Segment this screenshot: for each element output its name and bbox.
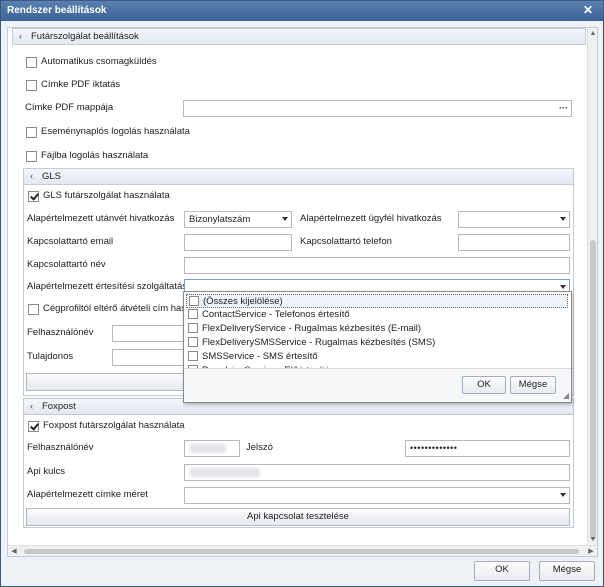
label-size-combo[interactable]	[184, 487, 570, 504]
contact-name-input[interactable]	[184, 257, 570, 274]
gls-owner-input[interactable]	[112, 349, 192, 366]
label-size-label: Alapértelmezett címke méret	[27, 489, 148, 500]
gls-username-input[interactable]	[112, 325, 192, 342]
gls-owner-label: Tulajdonos	[27, 351, 74, 362]
title-bar: Rendszer beállítások ✕	[1, 1, 603, 21]
popup-option-checkbox[interactable]	[188, 337, 198, 347]
scroll-thumb[interactable]	[24, 549, 579, 554]
contact-name-label: Kapcsolattartó név	[27, 259, 106, 270]
redacted-value	[190, 468, 260, 477]
scroll-left-icon[interactable]: ◀	[8, 546, 20, 557]
foxpost-username-label: Felhasználónév	[27, 442, 94, 453]
notify-label: Alapértelmezett értesítési szolgáltatáso…	[27, 281, 198, 292]
chevron-left-icon: ‹	[19, 31, 22, 41]
chevron-down-icon[interactable]	[282, 217, 288, 221]
gls-use-label: GLS futárszolgálat használata	[43, 190, 170, 201]
foxpost-username-input[interactable]	[184, 440, 240, 457]
scroll-right-icon[interactable]: ▶	[585, 546, 597, 557]
popup-option[interactable]: FlexDeliverySMSService - Rugalmas kézbes…	[186, 336, 568, 350]
popup-option-checkbox[interactable]	[189, 296, 199, 306]
settings-window: Rendszer beállítások ✕ ‹ Futárszolgálat …	[0, 0, 604, 587]
contact-email-input[interactable]	[184, 234, 292, 251]
foxpost-password-input[interactable]: •••••••••••••	[405, 440, 570, 457]
event-log-label: Eseménynaplós logolás használata	[41, 126, 190, 137]
chevron-left-icon: ‹	[30, 401, 33, 411]
cod-ref-combo[interactable]: Bizonylatszám	[184, 211, 292, 228]
ellipsis-icon[interactable]: ···	[559, 101, 568, 116]
chevron-down-icon[interactable]	[560, 285, 566, 289]
scroll-thumb[interactable]	[590, 240, 596, 540]
contact-phone-label: Kapcsolattartó telefon	[300, 236, 392, 247]
event-log-checkbox[interactable]	[26, 127, 37, 138]
gls-title: GLS	[42, 171, 62, 182]
cod-ref-value: Bizonylatszám	[189, 214, 251, 225]
pdf-archive-checkbox[interactable]	[26, 80, 37, 91]
gls-use-checkbox[interactable]	[28, 191, 39, 202]
api-key-label: Api kulcs	[27, 466, 66, 477]
popup-cancel-button[interactable]: Mégse	[510, 376, 556, 394]
client-ref-label: Alapértelmezett ügyfél hivatkozás	[300, 213, 442, 224]
close-icon[interactable]: ✕	[581, 1, 595, 21]
popup-option-label: ContactService - Telefonos értesítő	[202, 309, 350, 320]
popup-option-checkbox[interactable]	[188, 351, 198, 361]
scroll-up-icon[interactable]: ▲	[588, 28, 598, 40]
redacted-value	[190, 444, 226, 453]
contact-email-label: Kapcsolattartó email	[27, 236, 114, 247]
popup-footer: OK Mégse ◢	[184, 368, 571, 402]
auto-send-checkbox[interactable]	[26, 57, 37, 68]
api-test-button[interactable]: Api kapcsolat tesztelése	[26, 508, 570, 526]
file-log-label: Fájlba logolás használata	[41, 150, 149, 161]
horizontal-scrollbar[interactable]: ◀ ▶	[8, 545, 597, 556]
chevron-down-icon[interactable]	[560, 493, 566, 497]
contact-phone-input[interactable]	[458, 234, 570, 251]
pdf-folder-label: Címke PDF mappája	[25, 102, 114, 113]
pdf-folder-input[interactable]: ···	[183, 100, 572, 117]
ok-button[interactable]: OK	[474, 561, 530, 581]
notify-services-popup: (Összes kijelölése) ContactService - Tel…	[183, 291, 572, 403]
popup-option[interactable]: ContactService - Telefonos értesítő	[186, 308, 568, 322]
popup-option-checkbox[interactable]	[188, 309, 198, 319]
popup-option[interactable]: FlexDeliveryService - Rugalmas kézbesíté…	[186, 322, 568, 336]
pdf-archive-label: Címke PDF iktatás	[41, 79, 121, 90]
popup-option-checkbox[interactable]	[188, 323, 198, 333]
window-title: Rendszer beállítások	[7, 5, 107, 16]
resize-grip-icon[interactable]: ◢	[563, 391, 569, 400]
auto-send-label: Automatikus csomagküldés	[41, 56, 157, 67]
courier-settings-header[interactable]: ‹ Futárszolgálat beállítások	[12, 28, 586, 45]
gls-header[interactable]: ‹ GLS	[23, 168, 574, 185]
api-key-input[interactable]	[184, 464, 570, 481]
company-profile-label: Cégprofiltól eltérő átvételi cím haszná	[43, 303, 202, 314]
popup-option-label: SMSService - SMS értesítő	[202, 351, 318, 362]
chevron-left-icon: ‹	[30, 171, 33, 181]
client-ref-combo[interactable]	[458, 211, 570, 228]
chevron-down-icon[interactable]	[560, 217, 566, 221]
popup-option-label: FlexDeliveryService - Rugalmas kézbesíté…	[202, 323, 422, 334]
file-log-checkbox[interactable]	[26, 151, 37, 162]
scroll-area: ‹ Futárszolgálat beállítások Automatikus…	[8, 28, 588, 546]
popup-option-select-all[interactable]: (Összes kijelölése)	[186, 294, 568, 308]
cod-ref-label: Alapértelmezett utánvét hivatkozás	[27, 213, 175, 224]
foxpost-use-checkbox[interactable]	[28, 421, 39, 432]
courier-settings-title: Futárszolgálat beállítások	[31, 31, 139, 42]
popup-ok-button[interactable]: OK	[462, 376, 506, 394]
gls-username-label: Felhasználónév	[27, 327, 94, 338]
foxpost-use-label: Foxpost futárszolgálat használata	[43, 420, 185, 431]
foxpost-title: Foxpost	[42, 401, 76, 412]
popup-option-label: FlexDeliverySMSService - Rugalmas kézbes…	[202, 337, 436, 348]
gls-test-button[interactable]	[26, 373, 192, 391]
popup-option-label: (Összes kijelölése)	[203, 296, 283, 307]
company-profile-checkbox[interactable]	[28, 304, 39, 315]
vertical-scrollbar[interactable]: ▲ ▼	[587, 28, 597, 546]
popup-option[interactable]: SMSService - SMS értesítő	[186, 350, 568, 364]
cancel-button[interactable]: Mégse	[539, 561, 595, 581]
api-test-button-label: Api kapcsolat tesztelése	[247, 511, 349, 522]
foxpost-password-label: Jelszó	[246, 442, 273, 453]
